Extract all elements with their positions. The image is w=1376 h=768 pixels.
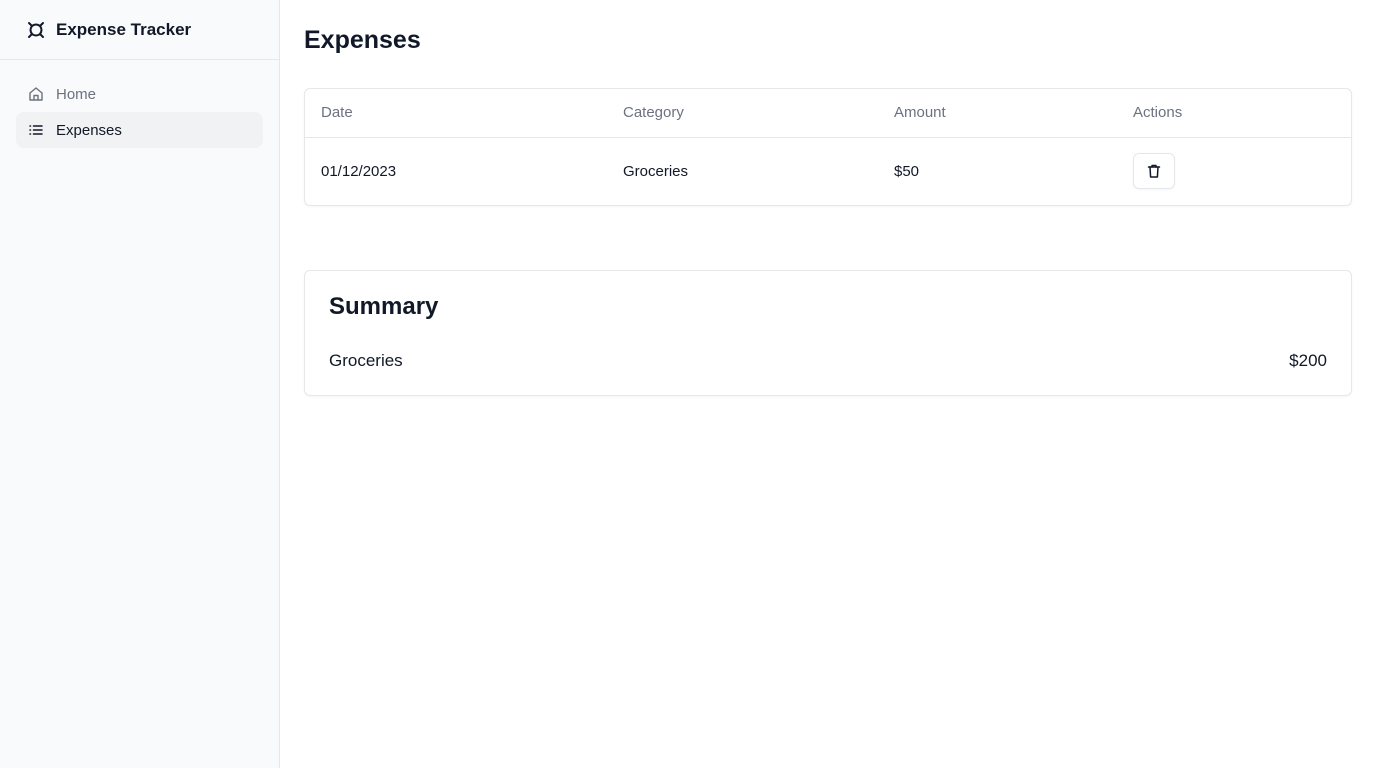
summary-row: Groceries $200 <box>329 351 1327 371</box>
expenses-table: Date Category Amount Actions 01/12/2023 … <box>305 89 1351 205</box>
table-row: 01/12/2023 Groceries $50 <box>305 137 1351 205</box>
home-icon <box>28 86 44 102</box>
page-title: Expenses <box>304 26 421 54</box>
cell-category: Groceries <box>623 162 689 180</box>
expenses-table-card: Date Category Amount Actions 01/12/2023 … <box>304 88 1352 206</box>
summary-category: Groceries <box>329 351 403 370</box>
cell-amount: $50 <box>894 162 920 180</box>
column-header-date: Date <box>305 89 607 138</box>
column-header-actions: Actions <box>1117 89 1351 138</box>
sidebar-item-label: Expenses <box>56 121 122 139</box>
trash-icon <box>1146 163 1162 179</box>
column-header-category: Category <box>607 89 878 138</box>
summary-card: Summary Groceries $200 <box>304 270 1352 396</box>
cell-date: 01/12/2023 <box>321 162 397 180</box>
summary-title: Summary <box>329 293 439 320</box>
cell-actions <box>1117 137 1351 205</box>
app-root: Expense Tracker Home Expenses Expenses D… <box>0 0 1376 768</box>
sidebar-item-label: Home <box>56 85 97 103</box>
expense-tracker-logo-icon <box>24 18 48 42</box>
sidebar-item-home[interactable]: Home <box>16 76 263 112</box>
sidebar-nav: Home Expenses <box>0 60 279 164</box>
sidebar: Expense Tracker Home Expenses <box>0 0 280 768</box>
main-content: Expenses Date Category Amount Actions 01… <box>280 0 1376 768</box>
delete-expense-button[interactable] <box>1133 153 1175 190</box>
sidebar-item-expenses[interactable]: Expenses <box>16 112 263 148</box>
column-header-amount: Amount <box>878 89 1117 138</box>
app-name: Expense Tracker <box>56 19 192 39</box>
brand[interactable]: Expense Tracker <box>0 0 279 60</box>
summary-total: $200 <box>1289 351 1327 370</box>
list-icon <box>28 122 44 138</box>
table-header-row: Date Category Amount Actions <box>305 89 1351 138</box>
